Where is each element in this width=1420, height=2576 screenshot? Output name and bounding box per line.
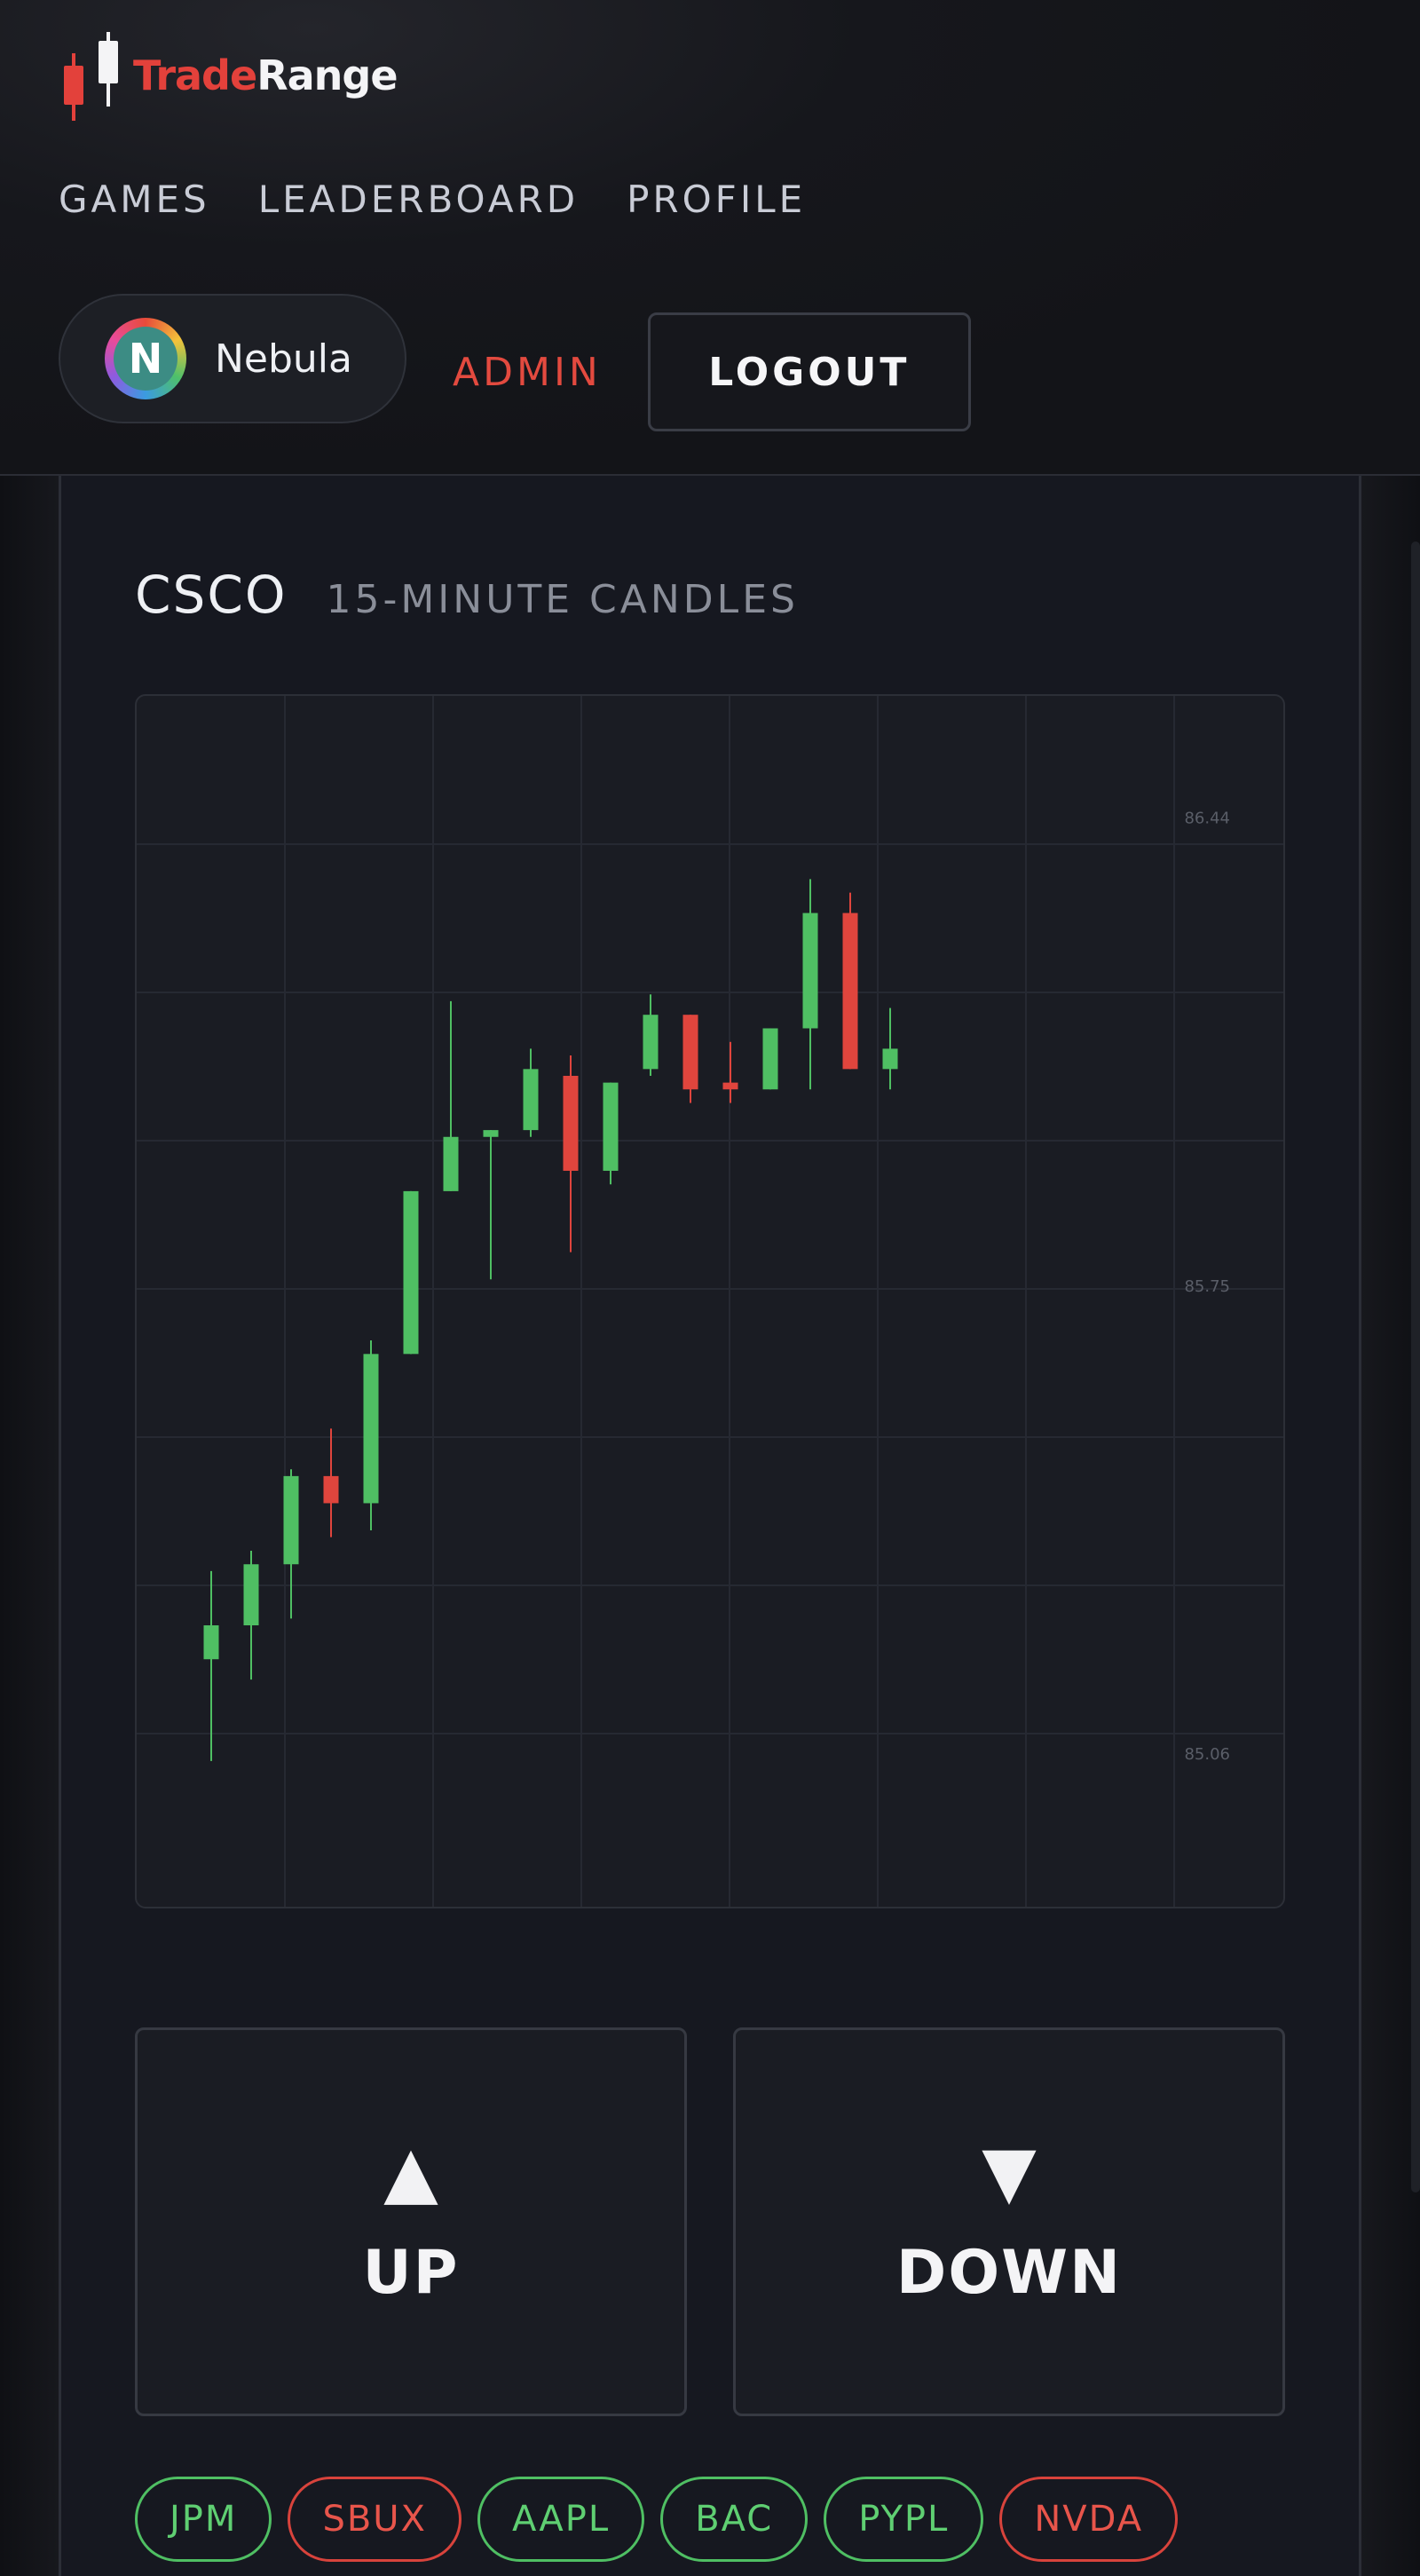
avatar-letter: N — [128, 335, 163, 383]
logo-wordmark: TradeRange — [133, 51, 398, 99]
left-margin — [0, 476, 59, 2576]
admin-link[interactable]: ADMIN — [453, 350, 602, 395]
candle-body — [283, 1475, 299, 1565]
candle-body — [643, 1015, 659, 1070]
nav-games[interactable]: GAMES — [59, 178, 210, 221]
nav-profile[interactable]: PROFILE — [627, 178, 806, 221]
y-tick-label: 86.44 — [1184, 810, 1230, 828]
chart-ticker: CSCO — [135, 565, 288, 625]
avatar: N — [105, 318, 186, 399]
user-chip[interactable]: N Nebula — [59, 294, 406, 423]
y-tick-label: 85.06 — [1184, 1745, 1230, 1764]
avatar-inner: N — [114, 327, 178, 391]
candle-body — [603, 1082, 619, 1171]
ticker-pill[interactable]: JPM — [135, 2477, 272, 2562]
ticker-pill[interactable]: NVDA — [999, 2477, 1179, 2562]
down-button-label: DOWN — [895, 2237, 1123, 2308]
nav-leaderboard[interactable]: LEADERBOARD — [258, 178, 579, 221]
logo-text-trade: Trade — [133, 51, 257, 99]
scrollbar[interactable] — [1411, 541, 1420, 2193]
ticker-pill[interactable]: BAC — [660, 2477, 809, 2562]
chart-heading: CSCO 15-MINUTE CANDLES — [135, 565, 799, 625]
candle-body — [802, 913, 818, 1029]
candle-body — [563, 1075, 579, 1171]
main-nav: GAMES LEADERBOARD PROFILE — [59, 178, 806, 221]
candle-body — [722, 1082, 738, 1090]
up-arrow-icon: ▲ — [383, 2130, 438, 2213]
candle-body — [443, 1136, 459, 1191]
candle-body — [762, 1028, 778, 1090]
candle-body — [682, 1015, 698, 1090]
candle-body — [842, 913, 858, 1070]
user-row: N Nebula ADMIN LOGOUT — [59, 286, 971, 431]
candle-body — [882, 1048, 898, 1070]
up-button-label: UP — [362, 2237, 460, 2308]
candle-body — [203, 1625, 219, 1660]
candlestick-logo-icon — [59, 27, 130, 124]
username: Nebula — [215, 336, 352, 382]
chart-subtitle: 15-MINUTE CANDLES — [326, 577, 799, 622]
chart-canvas: 86.44 85.75 85.06 — [137, 696, 1283, 1907]
candlestick-chart: 86.44 85.75 85.06 — [135, 694, 1285, 1908]
candle-body — [363, 1354, 379, 1504]
ticker-pill[interactable]: PYPL — [824, 2477, 984, 2562]
candle-body — [403, 1190, 419, 1355]
ticker-pills: JPM SBUX AAPL BAC PYPL NVDA — [135, 2477, 1179, 2562]
logo-text-range: Range — [256, 51, 398, 99]
ticker-pill[interactable]: AAPL — [477, 2477, 645, 2562]
candle-body — [243, 1564, 259, 1626]
up-button[interactable]: ▲ UP — [135, 2027, 687, 2416]
top-header: TradeRange GAMES LEADERBOARD PROFILE N N… — [0, 0, 1420, 476]
logout-button[interactable]: LOGOUT — [647, 312, 971, 431]
ticker-pill[interactable]: SBUX — [288, 2477, 462, 2562]
y-tick-label: 85.75 — [1184, 1277, 1230, 1296]
candle-body — [483, 1130, 499, 1137]
down-arrow-icon: ▼ — [982, 2130, 1037, 2213]
logo[interactable]: TradeRange — [59, 27, 398, 124]
candle-body — [523, 1069, 539, 1131]
down-button[interactable]: ▼ DOWN — [733, 2027, 1285, 2416]
candle-body — [323, 1475, 339, 1504]
